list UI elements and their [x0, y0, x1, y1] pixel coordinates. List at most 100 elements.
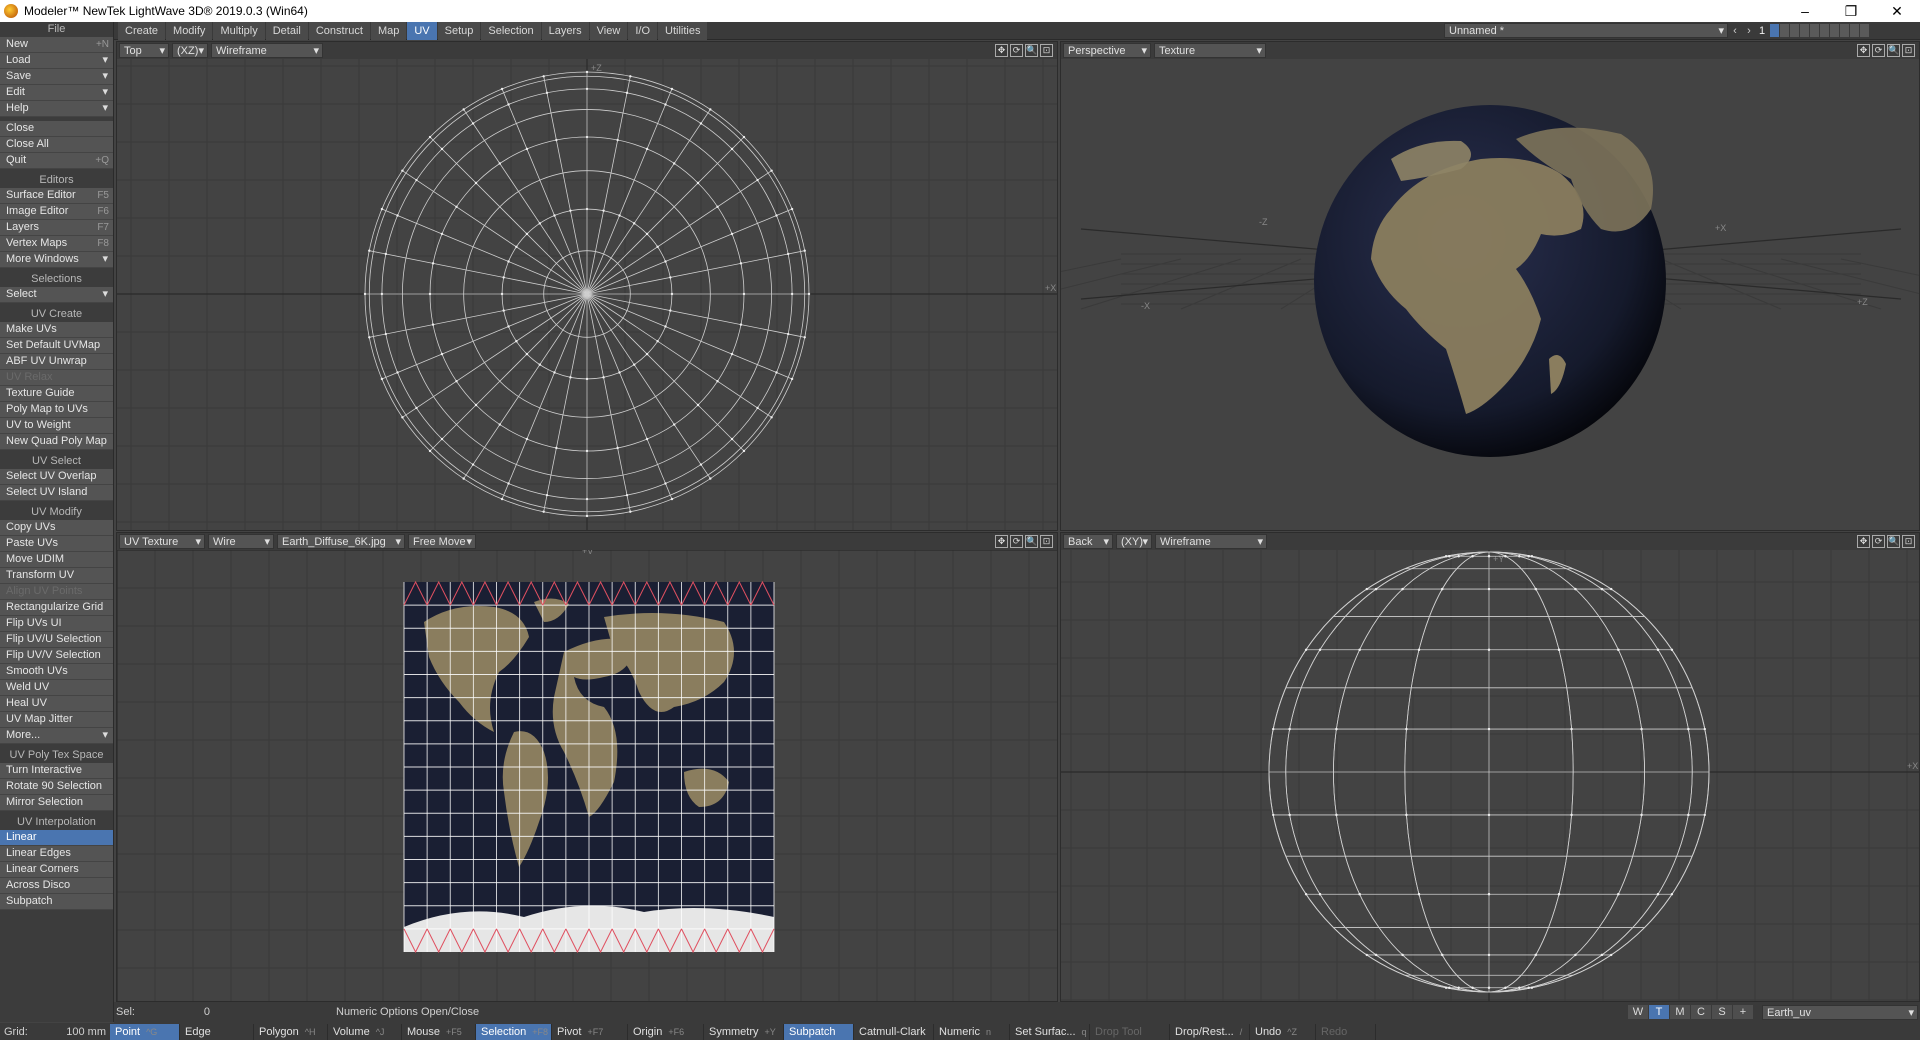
sidebar-button-make-uvs[interactable]: Make UVs [0, 322, 113, 338]
view-type-dropdown[interactable]: Back [1063, 534, 1113, 549]
viewport-back[interactable]: Back (XY) Wireframe ✥ ⟳ 🔍 ⊡ +Y +X [1060, 532, 1920, 1002]
back-view-canvas[interactable]: +Y +X [1061, 550, 1920, 1002]
sidebar-button-save[interactable]: Save [0, 69, 113, 85]
sidebar-button-mirror-selection[interactable]: Mirror Selection [0, 795, 113, 811]
tab-layers[interactable]: Layers [541, 22, 589, 40]
zoom-icon[interactable]: 🔍 [1025, 44, 1038, 57]
layer-slot-button[interactable] [1860, 24, 1869, 37]
tab-setup[interactable]: Setup [437, 22, 481, 40]
view-type-dropdown[interactable]: Perspective [1063, 43, 1151, 58]
sidebar-button-weld-uv[interactable]: Weld UV [0, 680, 113, 696]
render-mode-dropdown[interactable]: Wireframe [1155, 534, 1267, 549]
view-toggle-m-button[interactable]: M [1670, 1005, 1690, 1019]
sidebar-button-set-default-uvmap[interactable]: Set Default UVMap [0, 338, 113, 354]
sidebar-button-edit[interactable]: Edit [0, 85, 113, 101]
sidebar-button-flip-uv-v-selection[interactable]: Flip UV/V Selection [0, 648, 113, 664]
sidebar-button-linear-edges[interactable]: Linear Edges [0, 846, 113, 862]
uv-canvas[interactable]: +V [117, 550, 1058, 1002]
layer-slot-button[interactable] [1830, 24, 1839, 37]
view-toggle-s-button[interactable]: S [1712, 1005, 1732, 1019]
tool-origin-button[interactable]: Origin +F6 [628, 1023, 704, 1040]
layer-slot-button[interactable] [1810, 24, 1819, 37]
sidebar-button-flip-uvs-ui[interactable]: Flip UVs UI [0, 616, 113, 632]
view-type-dropdown[interactable]: Top [119, 43, 169, 58]
tool-subpatch-button[interactable]: Subpatch [784, 1023, 854, 1040]
sidebar-button-copy-uvs[interactable]: Copy UVs [0, 520, 113, 536]
tab-utilities[interactable]: Utilities [658, 22, 708, 40]
tab-uv[interactable]: UV [407, 22, 437, 40]
rotate-icon[interactable]: ⟳ [1010, 535, 1023, 548]
tool-drop-tool-button[interactable]: Drop Tool [1090, 1023, 1170, 1040]
tool-mouse-button[interactable]: Mouse +F5 [402, 1023, 476, 1040]
layer-slot-button[interactable] [1790, 24, 1799, 37]
tab-selection[interactable]: Selection [481, 22, 541, 40]
sidebar-button-help[interactable]: Help [0, 101, 113, 117]
tool-volume-button[interactable]: Volume ^J [328, 1023, 402, 1040]
maximize-icon[interactable]: ⊡ [1902, 535, 1915, 548]
minimize-button[interactable]: – [1782, 3, 1828, 20]
layer-slot-button[interactable] [1780, 24, 1789, 37]
render-mode-dropdown[interactable]: Wireframe [211, 43, 323, 58]
pan-icon[interactable]: ✥ [995, 535, 1008, 548]
maximize-icon[interactable]: ⊡ [1040, 535, 1053, 548]
sidebar-button-new[interactable]: New +N [0, 37, 113, 53]
layer-slot-button[interactable] [1770, 24, 1779, 37]
close-window-button[interactable]: ✕ [1874, 3, 1920, 20]
rotate-icon[interactable]: ⟳ [1010, 44, 1023, 57]
tab-detail[interactable]: Detail [265, 22, 308, 40]
layer-slot-button[interactable] [1820, 24, 1829, 37]
tab-create[interactable]: Create [118, 22, 166, 40]
sidebar-button-select-uv-island[interactable]: Select UV Island [0, 485, 113, 501]
viewport-uv-texture[interactable]: UV Texture Wire Earth_Diffuse_6K.jpg Fre… [116, 532, 1058, 1002]
layer-slot-button[interactable] [1850, 24, 1859, 37]
sidebar-button-turn-interactive[interactable]: Turn Interactive [0, 763, 113, 779]
object-selector-dropdown[interactable]: Unnamed * [1444, 23, 1728, 38]
tool-pivot-button[interactable]: Pivot +F7 [552, 1023, 628, 1040]
view-type-dropdown[interactable]: UV Texture [119, 534, 205, 549]
sidebar-button-uv-to-weight[interactable]: UV to Weight [0, 418, 113, 434]
tool-selection-button[interactable]: Selection +F8 [476, 1023, 552, 1040]
tab-view[interactable]: View [589, 22, 628, 40]
sidebar-button-more-windows[interactable]: More Windows [0, 252, 113, 268]
sidebar-button-poly-map-to-uvs[interactable]: Poly Map to UVs [0, 402, 113, 418]
view-toggle-t-button[interactable]: T [1649, 1005, 1669, 1019]
zoom-icon[interactable]: 🔍 [1887, 44, 1900, 57]
sidebar-button-linear[interactable]: Linear [0, 830, 113, 846]
render-mode-dropdown[interactable]: Wire [208, 534, 274, 549]
tool-redo-button[interactable]: Redo [1316, 1023, 1376, 1040]
render-mode-dropdown[interactable]: Texture [1154, 43, 1266, 58]
tab-modify[interactable]: Modify [166, 22, 213, 40]
sidebar-button-move-udim[interactable]: Move UDIM [0, 552, 113, 568]
maximize-icon[interactable]: ⊡ [1902, 44, 1915, 57]
tool-point-button[interactable]: Point ^G [110, 1023, 180, 1040]
sidebar-button-subpatch[interactable]: Subpatch [0, 894, 113, 910]
image-dropdown[interactable]: Earth_Diffuse_6K.jpg [277, 534, 405, 549]
sidebar-button-uv-relax[interactable]: UV Relax [0, 370, 113, 386]
tool-numeric-button[interactable]: Numeric n [934, 1023, 1010, 1040]
sidebar-button-heal-uv[interactable]: Heal UV [0, 696, 113, 712]
sidebar-button-new-quad-poly-map[interactable]: New Quad Poly Map [0, 434, 113, 450]
tool-edge-button[interactable]: Edge [180, 1023, 254, 1040]
rotate-icon[interactable]: ⟳ [1872, 44, 1885, 57]
sidebar-button-paste-uvs[interactable]: Paste UVs [0, 536, 113, 552]
view-toggle--button[interactable]: + [1733, 1005, 1753, 1019]
tool-drop-rest-button[interactable]: Drop/Rest... / [1170, 1023, 1250, 1040]
sidebar-button-surface-editor[interactable]: Surface Editor F5 [0, 188, 113, 204]
sidebar-button-across-disco[interactable]: Across Disco [0, 878, 113, 894]
tool-catmull-clark-button[interactable]: Catmull-Clark [854, 1023, 934, 1040]
tab-construct[interactable]: Construct [308, 22, 370, 40]
sidebar-button-smooth-uvs[interactable]: Smooth UVs [0, 664, 113, 680]
layer-slot-button[interactable] [1800, 24, 1809, 37]
tool-symmetry-button[interactable]: Symmetry +Y [704, 1023, 784, 1040]
sidebar-button-flip-uv-u-selection[interactable]: Flip UV/U Selection [0, 632, 113, 648]
sidebar-button-vertex-maps[interactable]: Vertex Maps F8 [0, 236, 113, 252]
zoom-icon[interactable]: 🔍 [1887, 535, 1900, 548]
sidebar-button-quit[interactable]: Quit +Q [0, 153, 113, 169]
sidebar-button-more[interactable]: More... [0, 728, 113, 744]
sidebar-button-image-editor[interactable]: Image Editor F6 [0, 204, 113, 220]
sidebar-button-close-all[interactable]: Close All [0, 137, 113, 153]
sidebar-button-texture-guide[interactable]: Texture Guide [0, 386, 113, 402]
layer-slot-button[interactable] [1840, 24, 1849, 37]
axis-dropdown[interactable]: (XZ) [172, 43, 208, 58]
restore-button[interactable]: ❐ [1828, 3, 1874, 20]
